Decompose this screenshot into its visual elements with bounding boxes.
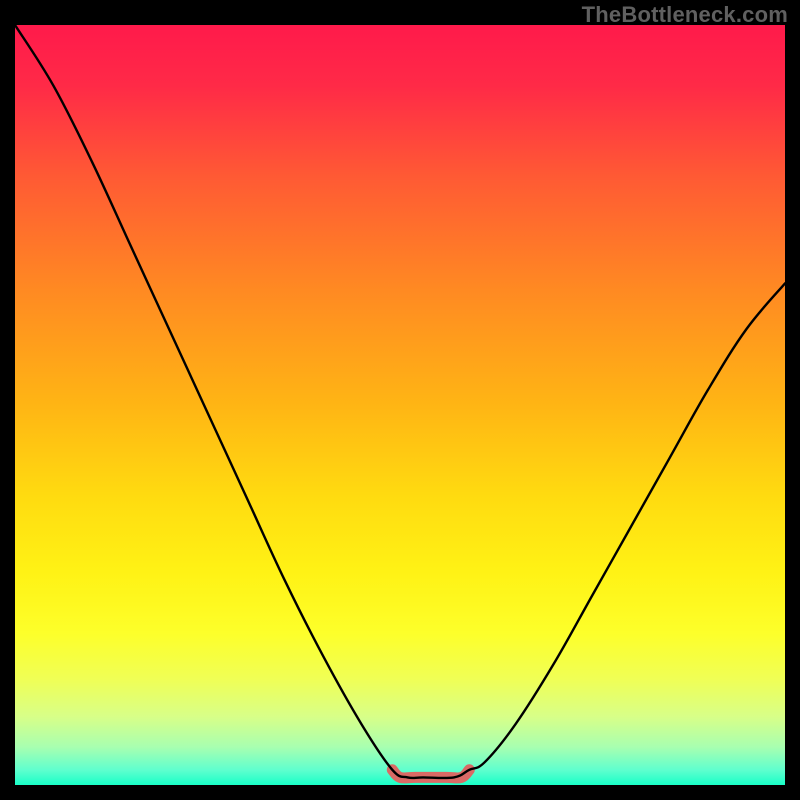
chart-frame bbox=[15, 25, 785, 785]
bottleneck-chart bbox=[15, 25, 785, 785]
gradient-background bbox=[15, 25, 785, 785]
